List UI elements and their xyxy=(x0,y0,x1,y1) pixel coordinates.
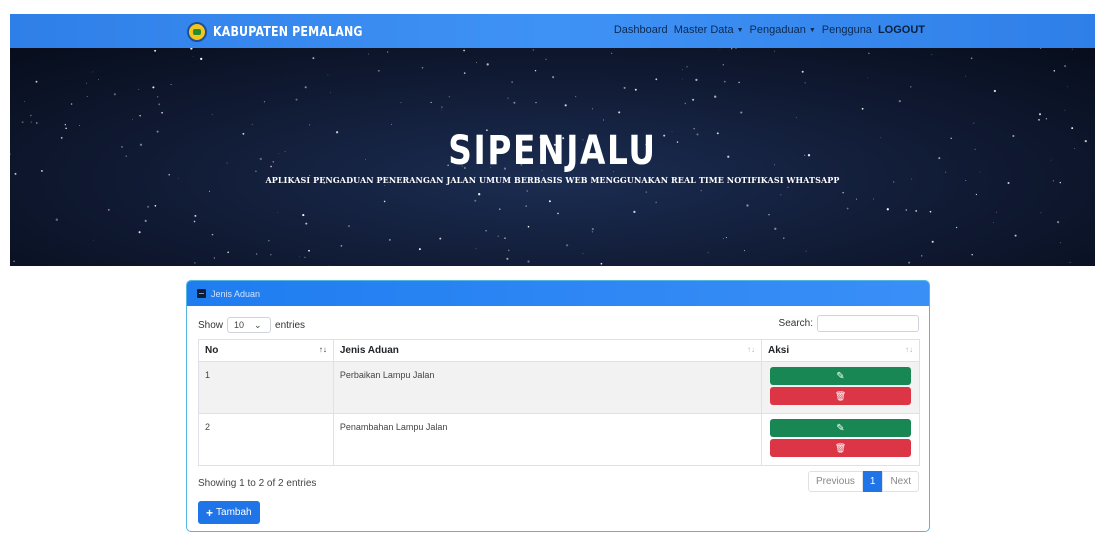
edit-icon: ✎ xyxy=(836,422,845,434)
nav-links: Dashboard Master Data ▼ Pengaduan ▼ Penggu… xyxy=(614,24,925,36)
plus-icon: + xyxy=(206,505,214,520)
nav-master-data-label: Master Data xyxy=(673,24,734,36)
show-label: Show xyxy=(198,319,224,331)
sort-icon: ↑↓ xyxy=(905,345,913,354)
pagination-next[interactable]: Next xyxy=(882,471,919,492)
cell-no: 2 xyxy=(198,413,334,466)
hero-banner: SIPENJALU APLIKASI PENGADUAN PENERANGAN … xyxy=(10,48,1095,266)
sort-icon: ↑↓ xyxy=(318,345,327,354)
cell-aksi: ✎ 🗑 xyxy=(760,413,921,466)
pagination: Previous 1 Next xyxy=(807,471,919,492)
brand-text: KABUPATEN PEMALANG xyxy=(213,24,363,40)
trash-icon: 🗑 xyxy=(834,390,847,401)
edit-button[interactable]: ✎ xyxy=(769,419,911,437)
add-button-label: Tambah xyxy=(216,507,252,518)
table-controls: Show 10 ⌄ entries Search: xyxy=(198,315,919,333)
length-control: Show 10 ⌄ entries xyxy=(198,317,305,333)
pemalang-logo-icon xyxy=(187,22,207,42)
card-title: Jenis Aduan xyxy=(211,288,261,299)
search-control: Search: xyxy=(779,315,919,332)
top-navbar: KABUPATEN PEMALANG Dashboard Master Data… xyxy=(10,14,1095,48)
jenis-aduan-table: No ↑↓ Jenis Aduan ↑↓ Aksi ↑↓ 1 Perbaikan La… xyxy=(198,339,921,466)
pagination-previous[interactable]: Previous xyxy=(807,471,863,492)
search-label: Search: xyxy=(778,318,813,329)
column-header-label: No xyxy=(205,345,219,356)
hero-title: SIPENJALU xyxy=(448,128,657,174)
brand[interactable]: KABUPATEN PEMALANG xyxy=(187,22,389,42)
nav-pengaduan[interactable]: Pengaduan ▼ xyxy=(750,24,816,36)
edit-button[interactable]: ✎ xyxy=(769,367,911,385)
search-input[interactable] xyxy=(817,315,919,332)
cell-no: 1 xyxy=(198,361,334,414)
entries-value: 10 xyxy=(234,320,245,330)
chevron-down-icon: ▼ xyxy=(736,26,744,34)
cell-aksi: ✎ 🗑 xyxy=(760,361,921,414)
delete-button[interactable]: 🗑 xyxy=(769,439,911,457)
trash-icon: 🗑 xyxy=(834,442,847,453)
chevron-down-icon: ▼ xyxy=(808,26,816,34)
hero-subtitle: APLIKASI PENGADUAN PENERANGAN JALAN UMUM… xyxy=(265,175,840,185)
column-header-label: Aksi xyxy=(767,345,790,356)
pagination-page-1[interactable]: 1 xyxy=(862,471,883,492)
column-header-no[interactable]: No ↑↓ xyxy=(198,339,334,362)
nav-pengguna[interactable]: Pengguna xyxy=(822,24,872,36)
column-header-jenis-aduan[interactable]: Jenis Aduan ↑↓ xyxy=(332,339,762,362)
column-header-label: Jenis Aduan xyxy=(339,345,399,356)
column-header-aksi[interactable]: Aksi ↑↓ xyxy=(760,339,921,362)
cell-jenis-aduan: Perbaikan Lampu Jalan xyxy=(332,361,762,414)
entries-select[interactable]: 10 ⌄ xyxy=(227,317,272,333)
table-header-row: No ↑↓ Jenis Aduan ↑↓ Aksi ↑↓ xyxy=(198,339,921,362)
minus-square-icon[interactable] xyxy=(197,289,206,298)
delete-button[interactable]: 🗑 xyxy=(769,387,911,405)
nav-master-data[interactable]: Master Data ▼ xyxy=(674,24,744,36)
sort-icon: ↑↓ xyxy=(746,345,755,354)
jenis-aduan-card: Jenis Aduan Show 10 ⌄ entries Search: No… xyxy=(186,280,930,532)
chevron-down-icon: ⌄ xyxy=(254,319,262,330)
table-row: 1 Perbaikan Lampu Jalan ✎ 🗑 xyxy=(198,361,921,414)
nav-dashboard[interactable]: Dashboard xyxy=(614,24,668,36)
nav-pengaduan-label: Pengaduan xyxy=(749,24,806,36)
entries-label: entries xyxy=(275,319,306,331)
table-info: Showing 1 to 2 of 2 entries xyxy=(198,478,317,489)
edit-icon: ✎ xyxy=(836,370,845,382)
nav-logout[interactable]: LOGOUT xyxy=(878,24,925,36)
cell-jenis-aduan: Penambahan Lampu Jalan xyxy=(332,413,762,466)
table-row: 2 Penambahan Lampu Jalan ✎ 🗑 xyxy=(198,413,921,466)
card-header: Jenis Aduan xyxy=(187,281,929,306)
add-button[interactable]: + Tambah xyxy=(198,501,260,524)
